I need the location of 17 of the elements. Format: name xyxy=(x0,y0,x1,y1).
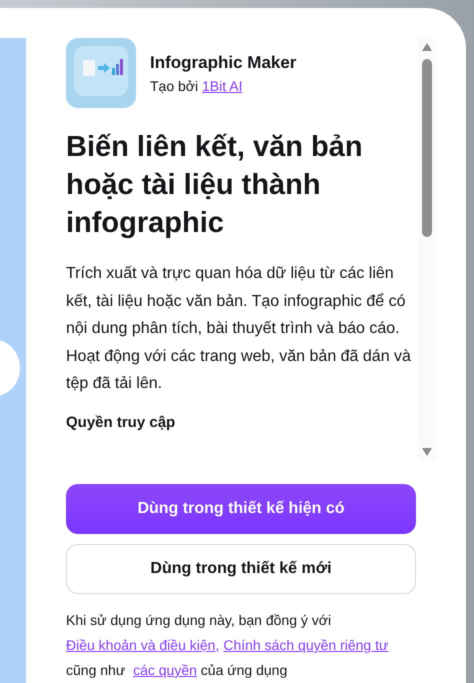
terms-notice: Khi sử dụng ứng dụng này, bạn đồng ý với Điều khoản và điều kiện, Chính sách quyền riêng tư cũng như các quyền của ứng dụng xyxy=(66,611,390,680)
app-title: Biến liên kết, văn bản hoặc tài liệu thành infographic xyxy=(66,130,364,241)
byline: Tạo bởi xyxy=(150,78,198,94)
primary-button[interactable]: Dùng trong thiết kế hiện có xyxy=(66,484,416,534)
terms-link[interactable]: Chính sách quyền riêng tư xyxy=(223,637,388,653)
app-name: Infographic Maker xyxy=(150,52,296,72)
scrollbar[interactable] xyxy=(418,38,436,461)
scroll-up-icon[interactable] xyxy=(422,43,432,51)
terms-link[interactable]: các quyền xyxy=(133,662,197,678)
app-icon xyxy=(66,38,136,108)
app-description: Trích xuất và trực quan hóa dữ liệu từ các liên kết, tài liệu hoặc văn bản. Tạo infographic để có nội dung phân tích, bài thuyết trình và báo cáo. Hoạt động với các trang web, văn bản đã dán và tệp đã tải lên. xyxy=(66,264,412,394)
scrollbar-thumb[interactable] xyxy=(422,59,432,237)
section-heading: Quyền truy cập xyxy=(66,414,176,430)
author-link[interactable]: 1Bit AI xyxy=(202,78,242,94)
terms-link[interactable]: Điều khoản và điều kiện, xyxy=(66,637,220,653)
secondary-button[interactable]: Dùng trong thiết kế mới xyxy=(66,544,416,594)
scroll-down-icon[interactable] xyxy=(422,448,432,456)
